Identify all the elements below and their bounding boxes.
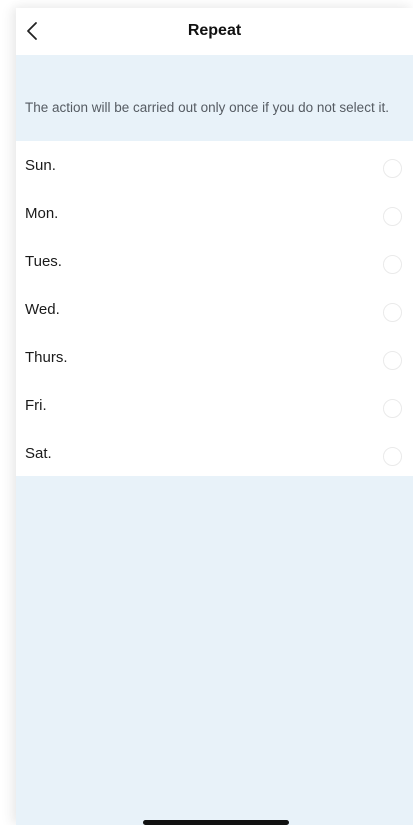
day-label: Sun. [25,157,56,174]
day-label: Fri. [25,397,47,414]
navigation-bar: Repeat [16,8,413,55]
day-label: Wed. [25,301,60,318]
day-label: Sat. [25,445,52,462]
day-row-thurs[interactable]: Thurs. [16,333,413,381]
day-row-tues[interactable]: Tues. [16,237,413,285]
day-label: Tues. [25,253,62,270]
day-label: Mon. [25,205,59,222]
day-radio-button[interactable] [383,207,402,226]
day-radio-button[interactable] [383,351,402,370]
page-title: Repeat [187,22,242,39]
day-row-mon[interactable]: Mon. [16,189,413,237]
home-indicator [143,820,289,825]
day-list: Sun. Mon. Tues. Wed. Thurs. Fri. Sat. [16,141,413,476]
day-label: Thurs. [25,349,68,366]
repeat-screen: Repeat The action will be carried out on… [16,8,413,825]
day-row-fri[interactable]: Fri. [16,381,413,429]
day-row-sun[interactable]: Sun. [16,141,413,189]
day-radio-button[interactable] [383,255,402,274]
day-radio-button[interactable] [383,399,402,418]
day-radio-button[interactable] [383,447,402,466]
day-radio-button[interactable] [383,159,402,178]
day-radio-button[interactable] [383,303,402,322]
hint-text: The action will be carried out only once… [25,100,389,115]
day-row-sat[interactable]: Sat. [16,429,413,477]
day-row-wed[interactable]: Wed. [16,285,413,333]
